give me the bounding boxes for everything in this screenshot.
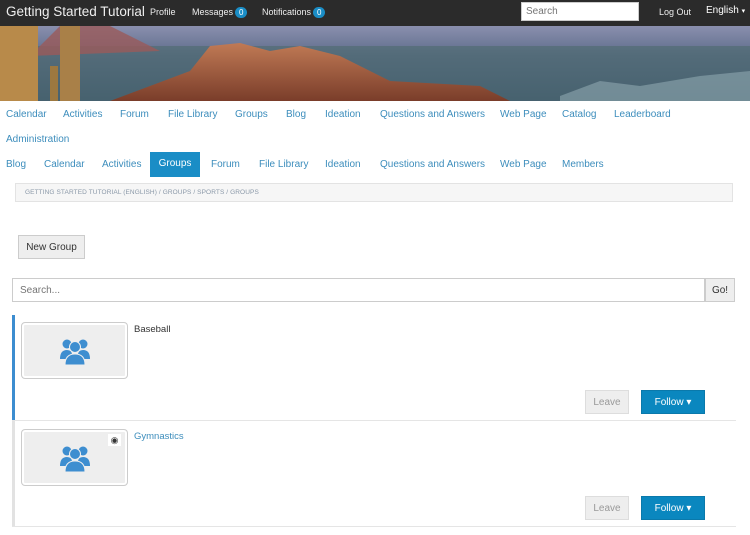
group-list-item: Baseball Leave Follow ▾	[12, 315, 736, 421]
messages-link[interactable]: Messages 0	[192, 7, 248, 18]
leave-button[interactable]: Leave	[585, 390, 629, 414]
primary-nav-item[interactable]: Calendar	[6, 109, 47, 120]
tab-members[interactable]: Members	[562, 159, 604, 170]
private-eye-icon: ◉	[108, 434, 121, 446]
primary-nav-item[interactable]: Blog	[286, 109, 306, 120]
selected-indicator	[12, 315, 15, 420]
tab-blog[interactable]: Blog	[6, 159, 26, 170]
unselected-indicator	[12, 421, 15, 526]
banner-image	[0, 26, 750, 101]
group-list-item: ◉ Gymnastics Leave Follow ▾	[12, 421, 736, 527]
notifications-badge: 0	[313, 7, 326, 18]
tab-ideation[interactable]: Ideation	[325, 159, 361, 170]
notifications-label: Notifications	[262, 7, 312, 17]
group-avatar[interactable]	[21, 322, 128, 379]
language-dropdown[interactable]: English ▾	[706, 5, 745, 16]
messages-label: Messages	[192, 7, 234, 17]
language-label: English	[706, 5, 739, 16]
tab-calendar[interactable]: Calendar	[44, 159, 85, 170]
breadcrumb: GETTING STARTED TUTORIAL (ENGLISH) / GRO…	[15, 183, 733, 202]
tab-file-library[interactable]: File Library	[259, 159, 308, 170]
profile-link[interactable]: Profile	[150, 7, 176, 17]
messages-badge: 0	[235, 7, 248, 18]
primary-nav-item[interactable]: Web Page	[500, 109, 547, 120]
primary-nav-item[interactable]: Catalog	[562, 109, 596, 120]
tab-activities[interactable]: Activities	[102, 159, 141, 170]
primary-nav-item[interactable]: Groups	[235, 109, 268, 120]
header-search-input[interactable]	[521, 2, 639, 21]
group-avatar[interactable]: ◉	[21, 429, 128, 486]
primary-nav-item[interactable]: Ideation	[325, 109, 361, 120]
top-bar: Getting Started Tutorial Profile Message…	[0, 0, 750, 26]
follow-button[interactable]: Follow ▾	[641, 390, 705, 414]
notifications-link[interactable]: Notifications 0	[262, 7, 326, 18]
logout-link[interactable]: Log Out	[659, 7, 691, 17]
primary-nav-item[interactable]: Activities	[63, 109, 102, 120]
primary-nav-item[interactable]: Leaderboard	[614, 109, 671, 120]
chevron-down-icon: ▾	[741, 8, 746, 15]
group-icon	[60, 446, 90, 472]
new-group-button[interactable]: New Group	[18, 235, 85, 259]
tab-web-page[interactable]: Web Page	[500, 159, 547, 170]
banner-landscape	[0, 26, 750, 101]
follow-button[interactable]: Follow ▾	[641, 496, 705, 520]
primary-nav-item[interactable]: Forum	[120, 109, 149, 120]
leave-button[interactable]: Leave	[585, 496, 629, 520]
group-icon	[60, 339, 90, 365]
group-name[interactable]: Gymnastics	[134, 431, 184, 442]
tab-forum[interactable]: Forum	[211, 159, 240, 170]
site-title[interactable]: Getting Started Tutorial	[6, 4, 145, 19]
group-search-input[interactable]	[12, 278, 705, 302]
primary-nav-item[interactable]: File Library	[168, 109, 217, 120]
primary-nav-item[interactable]: Questions and Answers	[380, 109, 485, 120]
primary-nav-item[interactable]: Administration	[6, 134, 69, 145]
search-go-button[interactable]: Go!	[705, 278, 735, 302]
group-name[interactable]: Baseball	[134, 324, 170, 335]
tab-groups[interactable]: Groups	[150, 152, 200, 177]
tab-questions-and-answers[interactable]: Questions and Answers	[380, 159, 485, 170]
